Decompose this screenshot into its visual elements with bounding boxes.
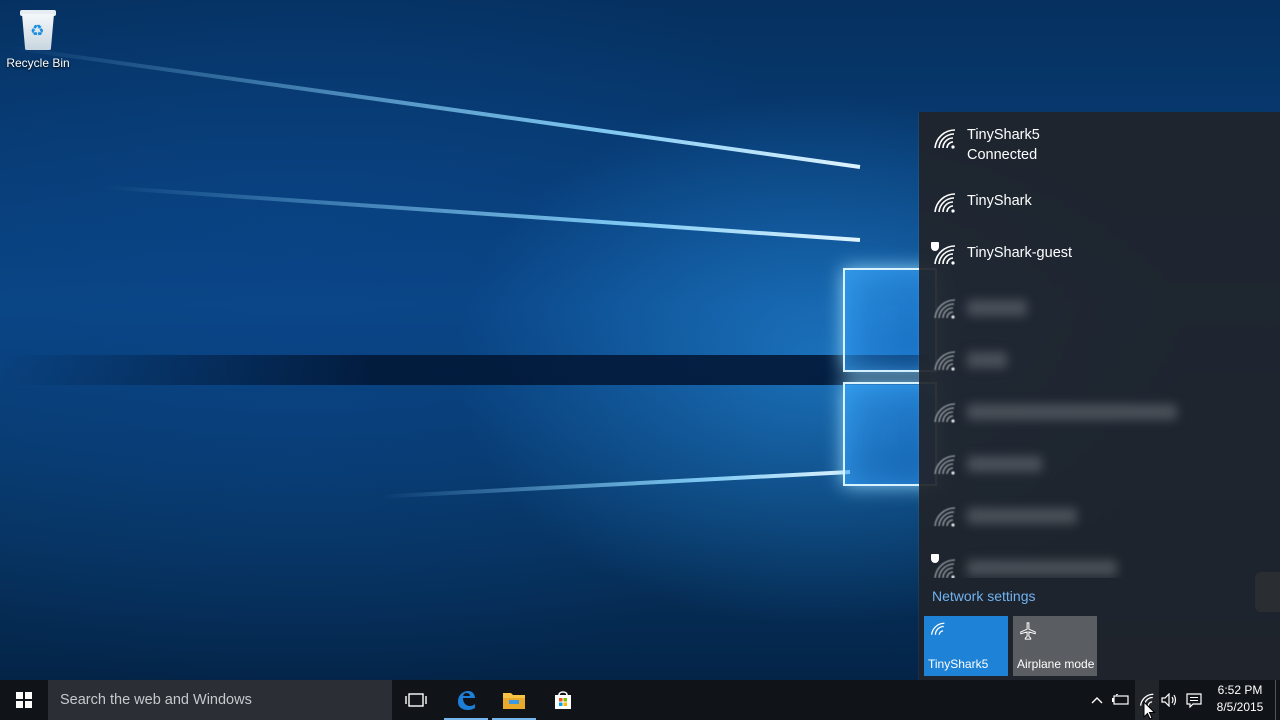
show-desktop-button[interactable] — [1275, 680, 1280, 720]
network-flyout: TinyShark5 Connected TinyShark TinyShark… — [919, 112, 1280, 680]
redacted-network-name — [967, 508, 1077, 524]
clock-time: 6:52 PM — [1217, 683, 1263, 697]
clock-date: 8/5/2015 — [1216, 700, 1264, 714]
taskbar: Search the web and Windows 6:52 PM 8/5/2… — [0, 680, 1280, 720]
wifi-signal-icon — [934, 193, 956, 213]
volume-button[interactable] — [1158, 680, 1182, 720]
task-view-button[interactable] — [392, 680, 440, 720]
wifi-signal-icon — [934, 455, 956, 475]
network-settings-link[interactable]: Network settings — [932, 588, 1035, 604]
light-beam — [101, 184, 861, 242]
network-status: Connected — [967, 147, 1038, 163]
network-item-redacted[interactable] — [919, 392, 1280, 436]
quick-action-label: TinyShark5 — [928, 657, 989, 671]
search-box[interactable]: Search the web and Windows — [48, 680, 392, 720]
desktop-icon-recycle-bin[interactable]: ♻ Recycle Bin — [4, 6, 72, 70]
wifi-signal-icon — [934, 403, 956, 423]
airplane-icon — [1020, 622, 1036, 640]
redacted-network-name — [967, 352, 1007, 368]
network-item-redacted[interactable] — [919, 340, 1280, 384]
store-icon — [555, 691, 571, 709]
start-button[interactable] — [0, 680, 48, 720]
redacted-network-name — [967, 300, 1027, 316]
network-item-redacted[interactable] — [919, 444, 1280, 488]
redacted-network-name — [967, 456, 1042, 472]
battery-button[interactable] — [1109, 680, 1133, 720]
recycle-bin-icon: ♻ — [18, 6, 58, 52]
edge-button[interactable] — [442, 680, 490, 720]
network-item-tinyshark[interactable]: TinyShark — [919, 184, 1280, 228]
wifi-signal-icon — [934, 245, 956, 265]
quick-action-wifi[interactable]: TinyShark5 — [924, 616, 1008, 676]
task-view-icon — [405, 693, 427, 707]
desktop-icon-label: Recycle Bin — [6, 56, 70, 70]
network-item-tinyshark-guest[interactable]: TinyShark-guest — [919, 236, 1280, 280]
side-panel-handle — [1255, 572, 1280, 612]
edge-icon — [458, 691, 475, 710]
battery-icon — [1112, 694, 1129, 705]
redacted-network-name — [967, 404, 1177, 420]
network-item-tinyshark5[interactable]: TinyShark5 Connected — [919, 122, 1280, 174]
network-name: TinyShark5 — [967, 127, 1040, 143]
volume-icon — [1161, 693, 1177, 707]
mouse-cursor-icon — [1143, 701, 1156, 720]
light-beam — [380, 470, 851, 499]
network-item-redacted[interactable] — [919, 496, 1280, 540]
store-button[interactable] — [539, 680, 587, 720]
network-item-redacted[interactable] — [919, 548, 1280, 578]
network-name: TinyShark — [967, 193, 1032, 209]
windows-logo-icon — [16, 692, 32, 708]
wifi-signal-icon — [934, 351, 956, 371]
quick-action-label: Airplane mode — [1017, 657, 1095, 671]
show-hidden-icons-button[interactable] — [1086, 680, 1108, 720]
redacted-network-name — [967, 560, 1117, 576]
file-explorer-icon — [503, 693, 525, 709]
wifi-signal-icon — [934, 507, 956, 527]
action-center-icon — [1186, 692, 1202, 708]
network-item-redacted[interactable] — [919, 288, 1280, 332]
file-explorer-button[interactable] — [490, 680, 538, 720]
wifi-signal-icon — [934, 299, 956, 319]
wifi-signal-icon — [934, 559, 956, 578]
quick-action-airplane-mode[interactable]: Airplane mode — [1013, 616, 1097, 676]
wallpaper-shadow-band — [0, 355, 930, 385]
action-center-button[interactable] — [1182, 680, 1206, 720]
clock[interactable]: 6:52 PM 8/5/2015 — [1210, 682, 1270, 716]
chevron-up-icon — [1091, 697, 1103, 704]
wifi-icon — [931, 622, 945, 635]
wifi-signal-icon — [934, 129, 956, 149]
light-beam — [8, 45, 861, 169]
network-name: TinyShark-guest — [967, 245, 1073, 261]
